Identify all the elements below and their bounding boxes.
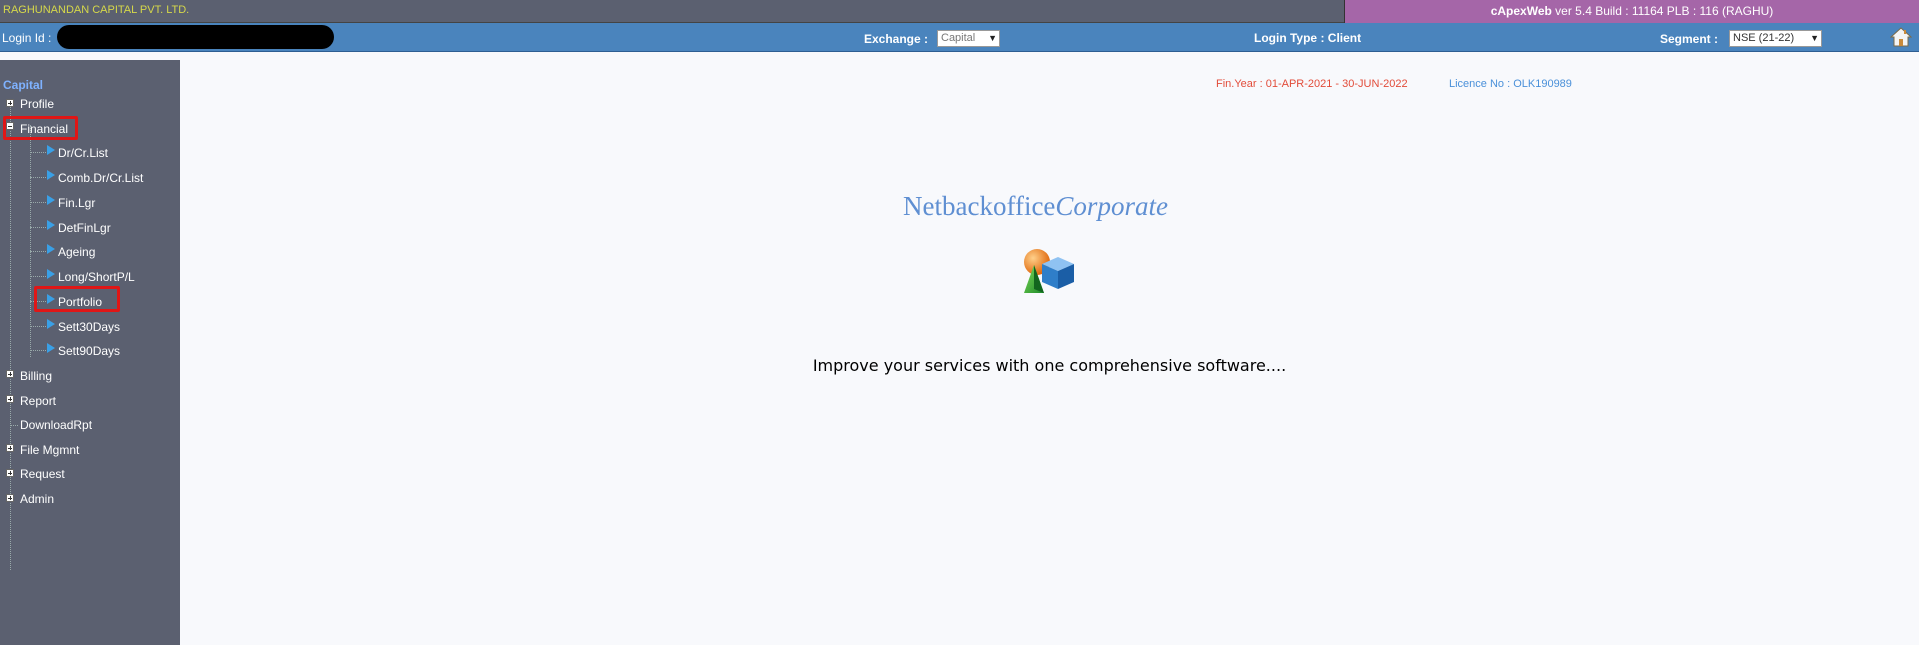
play-icon xyxy=(47,170,55,180)
play-icon xyxy=(47,195,55,205)
top-bar: RAGHUNANDAN CAPITAL PVT. LTD. cApexWeb v… xyxy=(0,0,1919,23)
highlight-box-portfolio xyxy=(34,286,120,312)
app-name: cApexWeb xyxy=(1490,4,1552,18)
sidebar-item-downloadrpt[interactable]: DownloadRpt xyxy=(20,418,92,432)
chevron-down-icon: ▼ xyxy=(1810,33,1819,43)
sidebar-item-admin[interactable]: Admin xyxy=(20,492,54,506)
tree-line xyxy=(30,152,46,153)
tagline: Improve your services with one comprehen… xyxy=(812,356,1287,375)
exchange-select-value: Capital xyxy=(941,32,976,44)
expand-icon[interactable] xyxy=(6,494,14,502)
version-text: ver 5.4 Build : 11164 PLB : 116 (RAGHU) xyxy=(1551,4,1774,18)
sidebar-item-request[interactable]: Request xyxy=(20,467,65,481)
tree-line xyxy=(30,251,46,252)
brand-italic: Corporate xyxy=(1055,191,1168,221)
brand-main: Netbackoffice xyxy=(903,191,1056,221)
play-icon xyxy=(47,220,55,230)
tree-line xyxy=(30,326,46,327)
tree-line xyxy=(30,276,46,277)
app-root: RAGHUNANDAN CAPITAL PVT. LTD. cApexWeb v… xyxy=(0,0,1919,645)
licence-text: Licence No : OLK190989 xyxy=(1449,78,1572,90)
login-id-label: Login Id : xyxy=(2,31,52,45)
exchange-select[interactable]: Capital ▼ xyxy=(937,30,1000,47)
company-name: RAGHUNANDAN CAPITAL PVT. LTD. xyxy=(3,4,190,16)
cubes-logo-icon xyxy=(1024,249,1074,293)
sidebar-item-sett30days[interactable]: Sett30Days xyxy=(58,320,120,334)
chevron-down-icon: ▼ xyxy=(988,33,997,43)
tree-line xyxy=(30,350,46,351)
expand-icon[interactable] xyxy=(6,395,14,403)
tree-line xyxy=(30,227,46,228)
play-icon xyxy=(47,269,55,279)
sidebar-item-ageing[interactable]: Ageing xyxy=(58,245,95,259)
sidebar-item-detfinlgr[interactable]: DetFinLgr xyxy=(58,221,111,235)
sidebar-title[interactable]: Capital xyxy=(3,78,43,92)
expand-icon[interactable] xyxy=(6,469,14,477)
expand-icon[interactable] xyxy=(6,99,14,107)
version-info: cApexWeb ver 5.4 Build : 11164 PLB : 116… xyxy=(1344,0,1919,23)
sidebar: Capital Profile Financial Dr/Cr.List Com… xyxy=(0,60,180,645)
segment-select[interactable]: NSE (21-22) ▼ xyxy=(1729,30,1822,47)
login-type-label: Login Type : xyxy=(1254,31,1325,45)
play-icon xyxy=(47,343,55,353)
fin-year-text: Fin.Year : 01-APR-2021 - 30-JUN-2022 xyxy=(1216,78,1408,90)
tree-line xyxy=(30,125,31,357)
tree-line xyxy=(30,177,46,178)
play-icon xyxy=(47,145,55,155)
info-bar: Login Id : Exchange : Capital ▼ Login Ty… xyxy=(0,23,1919,52)
sidebar-item-fin-lgr[interactable]: Fin.Lgr xyxy=(58,196,95,210)
exchange-label: Exchange : xyxy=(864,32,929,46)
play-icon xyxy=(47,319,55,329)
sidebar-item-file-mgmnt[interactable]: File Mgmnt xyxy=(20,443,79,457)
login-type-value: Client xyxy=(1327,31,1362,45)
sidebar-item-long-short-pl[interactable]: Long/ShortP/L xyxy=(58,270,135,284)
home-icon[interactable] xyxy=(1890,26,1912,48)
brand-title: NetbackofficeCorporate xyxy=(903,191,1168,222)
login-id-redacted xyxy=(57,25,334,49)
sidebar-item-drcr-list[interactable]: Dr/Cr.List xyxy=(58,146,108,160)
segment-select-value: NSE (21-22) xyxy=(1733,32,1795,44)
sidebar-item-report[interactable]: Report xyxy=(20,394,56,408)
expand-icon[interactable] xyxy=(6,444,14,452)
sidebar-item-comb-drcr-list[interactable]: Comb.Dr/Cr.List xyxy=(58,171,143,185)
tree-line xyxy=(10,425,18,426)
segment-label: Segment : xyxy=(1660,32,1719,46)
tree-line xyxy=(30,202,46,203)
login-type: Login Type : Client xyxy=(1254,31,1361,45)
highlight-box-financial xyxy=(3,116,78,140)
play-icon xyxy=(47,244,55,254)
sidebar-item-profile[interactable]: Profile xyxy=(20,97,54,111)
